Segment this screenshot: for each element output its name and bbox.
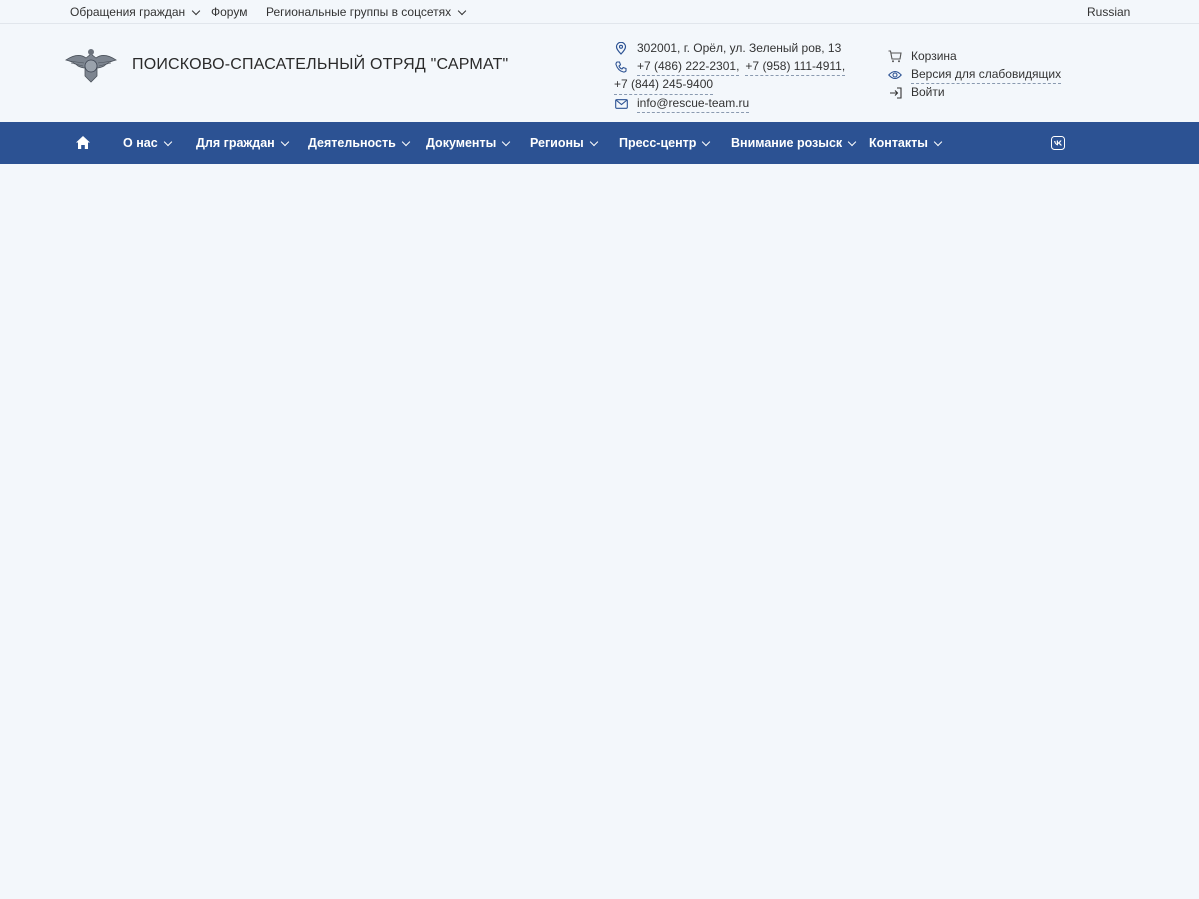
nav-item-label: Контакты: [869, 136, 928, 150]
cart-icon: [888, 50, 902, 64]
nav-item-wanted[interactable]: Внимание розыск: [731, 136, 858, 150]
phone-link-1[interactable]: +7 (486) 222-2301,: [637, 58, 740, 76]
chevron-down-icon: [933, 137, 943, 146]
chevron-down-icon: [457, 6, 467, 15]
home-icon[interactable]: [75, 135, 91, 151]
email-row: info@rescue-team.ru: [614, 95, 845, 113]
address-row: 302001, г. Орёл, ул. Зеленый ров, 13: [614, 40, 845, 58]
site-header: ПОИСКОВО-СПАСАТЕЛЬНЫЙ ОТРЯД "САРМАТ" 302…: [0, 24, 1199, 122]
phone-link-3[interactable]: +7 (844) 245-9400: [614, 76, 714, 95]
regional-groups-link[interactable]: Региональные группы в соцсетях: [266, 5, 468, 19]
nav-item-label: Внимание розыск: [731, 136, 843, 150]
chevron-down-icon: [702, 137, 711, 146]
citizen-appeals-link[interactable]: Обращения граждан: [70, 5, 202, 19]
accessibility-label: Версия для слабовидящих: [911, 66, 1062, 84]
language-label: Russian: [1087, 5, 1131, 19]
nav-item-label: Для граждан: [196, 136, 275, 150]
map-pin-icon: [614, 42, 628, 56]
eye-icon: [888, 68, 902, 82]
cart-link[interactable]: Корзина: [888, 48, 1061, 66]
address-text: 302001, г. Орёл, ул. Зеленый ров, 13: [637, 41, 842, 55]
chevron-down-icon: [401, 137, 411, 146]
top-bar: Обращения граждан Форум Региональные гру…: [0, 0, 1199, 24]
chevron-down-icon: [191, 6, 201, 15]
forum-label: Форум: [211, 5, 248, 19]
cart-label: Корзина: [911, 49, 957, 63]
phone-link-2[interactable]: +7 (958) 111-4911,: [745, 58, 846, 76]
nav-item-label: Пресс-центр: [619, 136, 697, 150]
chevron-down-icon: [163, 137, 172, 146]
chevron-down-icon: [847, 137, 857, 146]
main-navigation: О нас Для граждан Деятельность Документы…: [0, 122, 1199, 164]
nav-item-citizens[interactable]: Для граждан: [196, 136, 291, 150]
nav-item-about[interactable]: О нас: [123, 136, 174, 150]
nav-item-press[interactable]: Пресс-центр: [619, 136, 712, 150]
chevron-down-icon: [589, 137, 598, 146]
login-label: Войти: [911, 85, 945, 99]
email-link[interactable]: info@rescue-team.ru: [637, 95, 750, 113]
phone-row: +7 (486) 222-2301, +7 (958) 111-4911,: [614, 58, 846, 76]
accessibility-link[interactable]: Версия для слабовидящих: [888, 66, 1062, 84]
language-switch[interactable]: Russian: [1087, 5, 1130, 19]
forum-link[interactable]: Форум: [211, 5, 247, 19]
nav-item-regions[interactable]: Регионы: [530, 136, 600, 150]
login-icon: [888, 86, 902, 100]
regional-groups-label: Региональные группы в соцсетях: [266, 5, 452, 19]
site-title: ПОИСКОВО-СПАСАТЕЛЬНЫЙ ОТРЯД "САРМАТ": [132, 56, 509, 73]
phone-row-2: +7 (844) 245-9400: [614, 76, 845, 95]
nav-item-contacts[interactable]: Контакты: [869, 136, 944, 150]
user-menu: Корзина Версия для слабовидящих Войти: [888, 48, 1062, 102]
phone-icon: [614, 60, 628, 74]
nav-item-label: Деятельность: [308, 136, 396, 150]
nav-item-label: О нас: [123, 136, 158, 150]
nav-item-label: Документы: [426, 136, 497, 150]
citizen-appeals-label: Обращения граждан: [70, 5, 186, 19]
mail-icon: [614, 97, 628, 111]
nav-item-activity[interactable]: Деятельность: [308, 136, 412, 150]
chevron-down-icon: [280, 137, 289, 146]
eagle-logo-icon: [65, 49, 117, 83]
chevron-down-icon: [502, 137, 511, 146]
ok-icon-placeholder: [1048, 135, 1064, 151]
nav-item-label: Регионы: [530, 136, 584, 150]
nav-item-documents[interactable]: Документы: [426, 136, 512, 150]
contact-block: 302001, г. Орёл, ул. Зеленый ров, 13 +7 …: [614, 40, 846, 113]
login-link[interactable]: Войти: [888, 84, 1061, 102]
